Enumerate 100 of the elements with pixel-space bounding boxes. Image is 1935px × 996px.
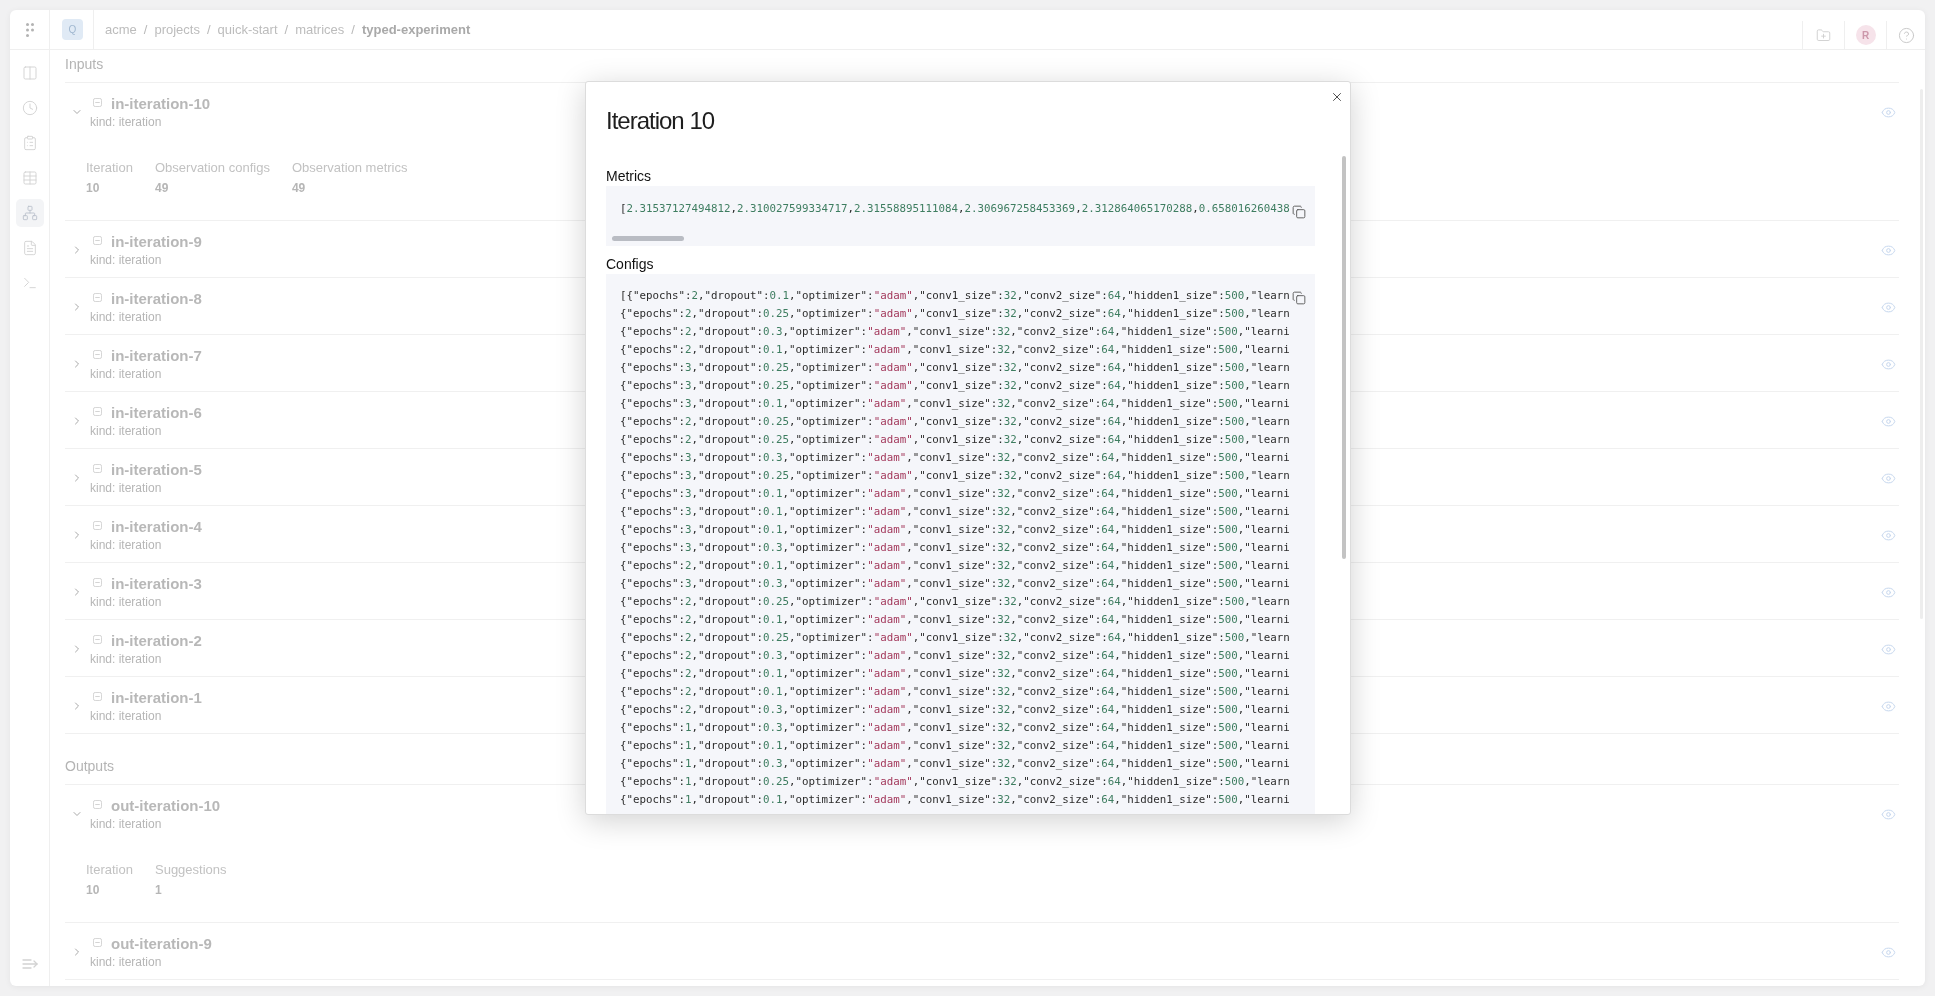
row-title: out-iteration-10	[111, 796, 221, 816]
code-line: {"epochs":3,"dropout":0.1,"optimizer":"adam","conv1_size":32,"conv2_size":64,"hidden1_size":500,"learni	[620, 486, 1290, 502]
eye-icon[interactable]	[1881, 806, 1896, 822]
box-icon	[93, 521, 102, 530]
code-line: {"epochs":2,"dropout":0.25,"optimizer":"adam","conv1_size":32,"conv2_size":64,"hidden1_size":500,"learn	[620, 414, 1290, 430]
section-label: Metrics	[606, 167, 652, 186]
eye-icon[interactable]	[1881, 584, 1896, 600]
row-subtitle: kind: iteration	[90, 366, 162, 382]
sidebar-nav-button[interactable]	[15, 199, 44, 227]
user-avatar[interactable]: R	[1855, 25, 1876, 45]
row-subtitle: kind: iteration	[90, 114, 162, 130]
copy-icon[interactable]	[1292, 291, 1306, 305]
box-icon	[93, 938, 102, 947]
code-line: {"epochs":2,"dropout":0.3,"optimizer":"adam","conv1_size":32,"conv2_size":64,"hidden1_size":500,"learni	[620, 648, 1290, 664]
code-line: {"epochs":3,"dropout":0.3,"optimizer":"adam","conv1_size":32,"conv2_size":64,"hidden1_size":500,"learni	[620, 576, 1290, 592]
row-title: in-iteration-10	[111, 94, 211, 114]
eye-icon[interactable]	[1881, 242, 1896, 258]
eye-icon[interactable]	[1881, 698, 1896, 714]
detail-value: 49	[155, 180, 169, 196]
code-line: [{"epochs":2,"dropout":0.1,"optimizer":"adam","conv1_size":32,"conv2_size":64,"hidden1_size":500,"learn	[620, 288, 1290, 304]
hierarchy-icon	[21, 205, 38, 221]
code-line: {"epochs":1,"dropout":0.1,"optimizer":"adam","conv1_size":32,"conv2_size":64,"hidden1_size":500,"learni	[620, 792, 1290, 808]
dots-grid-icon[interactable]	[25, 22, 34, 37]
row-title: in-iteration-6	[111, 403, 202, 423]
lines-arrow-icon	[21, 958, 38, 970]
table-icon	[21, 170, 38, 186]
eye-icon[interactable]	[1881, 104, 1896, 120]
row-title: in-iteration-2	[111, 631, 202, 651]
row-subtitle: kind: iteration	[90, 651, 162, 667]
detail-label: Observation metrics	[291, 160, 408, 176]
row-subtitle: kind: iteration	[90, 816, 162, 832]
breadcrumb-separator: /	[143, 21, 148, 38]
breadcrumb-link[interactable]: projects	[154, 21, 200, 38]
detail-label: Iteration	[86, 160, 133, 176]
code-line: {"epochs":2,"dropout":0.1,"optimizer":"adam","conv1_size":32,"conv2_size":64,"hidden1_size":500,"learni	[620, 612, 1290, 628]
dialog-scrollbar[interactable]	[1342, 156, 1346, 559]
box-icon	[93, 800, 102, 809]
columns-icon	[21, 65, 38, 81]
code-line: {"epochs":3,"dropout":0.3,"optimizer":"adam","conv1_size":32,"conv2_size":64,"hidden1_size":500,"learni	[620, 450, 1290, 466]
clock-icon	[21, 100, 38, 116]
code-line: {"epochs":3,"dropout":0.25,"optimizer":"adam","conv1_size":32,"conv2_size":64,"hidden1_size":500,"learn	[620, 378, 1290, 394]
eye-icon[interactable]	[1881, 413, 1896, 429]
row-subtitle: kind: iteration	[90, 309, 162, 325]
row-subtitle: kind: iteration	[90, 423, 162, 439]
box-icon	[93, 98, 102, 107]
detail-label: Iteration	[86, 862, 133, 878]
copy-icon[interactable]	[1292, 205, 1306, 219]
code-line: {"epochs":2,"dropout":0.25,"optimizer":"adam","conv1_size":32,"conv2_size":64,"hidden1_size":500,"learn	[620, 594, 1290, 610]
breadcrumb-link[interactable]: matrices	[295, 21, 345, 38]
section-heading: Inputs	[65, 56, 104, 72]
code-line: {"epochs":2,"dropout":0.1,"optimizer":"adam","conv1_size":32,"conv2_size":64,"hidden1_size":500,"learni	[620, 342, 1290, 358]
clipboard-icon	[21, 135, 38, 151]
horizontal-scrollbar[interactable]	[612, 236, 684, 241]
row-title: in-iteration-3	[111, 574, 202, 594]
box-icon	[93, 692, 102, 701]
breadcrumb-link[interactable]: quick-start	[217, 21, 278, 38]
eye-icon[interactable]	[1881, 641, 1896, 657]
workspace-logo[interactable]: Q	[62, 19, 83, 40]
code-line: {"epochs":2,"dropout":0.1,"optimizer":"adam","conv1_size":32,"conv2_size":64,"hidden1_size":500,"learni	[620, 684, 1290, 700]
detail-label: Observation configs	[155, 160, 270, 176]
section-heading: Outputs	[65, 758, 115, 774]
code-line: {"epochs":1,"dropout":0.25,"optimizer":"adam","conv1_size":32,"conv2_size":64,"hidden1_size":500,"learn	[620, 774, 1290, 790]
code-line: {"epochs":2,"dropout":0.3,"optimizer":"adam","conv1_size":32,"conv2_size":64,"hidden1_size":500,"learni	[620, 324, 1290, 340]
eye-icon[interactable]	[1881, 527, 1896, 543]
code-line: {"epochs":2,"dropout":0.25,"optimizer":"adam","conv1_size":32,"conv2_size":64,"hidden1_size":500,"learn	[620, 306, 1290, 322]
folder-plus-icon[interactable]	[1816, 27, 1831, 43]
code-line: {"epochs":3,"dropout":0.1,"optimizer":"adam","conv1_size":32,"conv2_size":64,"hidden1_size":500,"learni	[620, 522, 1290, 538]
terminal-icon	[21, 275, 38, 291]
code-line: {"epochs":3,"dropout":0.25,"optimizer":"adam","conv1_size":32,"conv2_size":64,"hidden1_size":500,"learn	[620, 468, 1290, 484]
eye-icon[interactable]	[1881, 356, 1896, 372]
detail-value: 10	[86, 180, 100, 196]
code-line: {"epochs":3,"dropout":0.1,"optimizer":"adam","conv1_size":32,"conv2_size":64,"hidden1_size":500,"learni	[620, 504, 1290, 520]
box-icon	[93, 464, 102, 473]
box-icon	[93, 236, 102, 245]
eye-icon[interactable]	[1881, 944, 1896, 960]
breadcrumb-separator: /	[284, 21, 289, 38]
row-subtitle: kind: iteration	[90, 480, 162, 496]
row-title: in-iteration-7	[111, 346, 202, 366]
breadcrumb-link[interactable]: acme	[105, 21, 137, 38]
row-subtitle: kind: iteration	[90, 594, 162, 610]
box-icon	[93, 407, 102, 416]
help-icon[interactable]	[1897, 26, 1915, 44]
box-icon	[93, 578, 102, 587]
code-line: {"epochs":2,"dropout":0.25,"optimizer":"adam","conv1_size":32,"conv2_size":64,"hidden1_size":500,"learn	[620, 432, 1290, 448]
dialog-title: Iteration 10	[606, 106, 715, 136]
eye-icon[interactable]	[1881, 470, 1896, 486]
row-subtitle: kind: iteration	[90, 252, 162, 268]
row-title: in-iteration-4	[111, 517, 202, 537]
detail-value: 10	[86, 882, 100, 898]
code-line: {"epochs":2,"dropout":0.25,"optimizer":"adam","conv1_size":32,"conv2_size":64,"hidden1_size":500,"learn	[620, 630, 1290, 646]
code-line: {"epochs":2,"dropout":0.3,"optimizer":"adam","conv1_size":32,"conv2_size":64,"hidden1_size":500,"learni	[620, 702, 1290, 718]
box-icon	[93, 293, 102, 302]
box-icon	[93, 635, 102, 644]
document-icon	[21, 240, 38, 256]
row-title: in-iteration-9	[111, 232, 202, 252]
eye-icon[interactable]	[1881, 299, 1896, 315]
code-line: [2.31537127494812,2.310027599334717,2.31558895111084,2.306967258453369,2.312864065170288,0.658016260438	[620, 201, 1290, 217]
breadcrumb-current: typed-experiment	[361, 21, 471, 38]
row-subtitle: kind: iteration	[90, 954, 162, 970]
row-title: out-iteration-9	[111, 934, 212, 954]
